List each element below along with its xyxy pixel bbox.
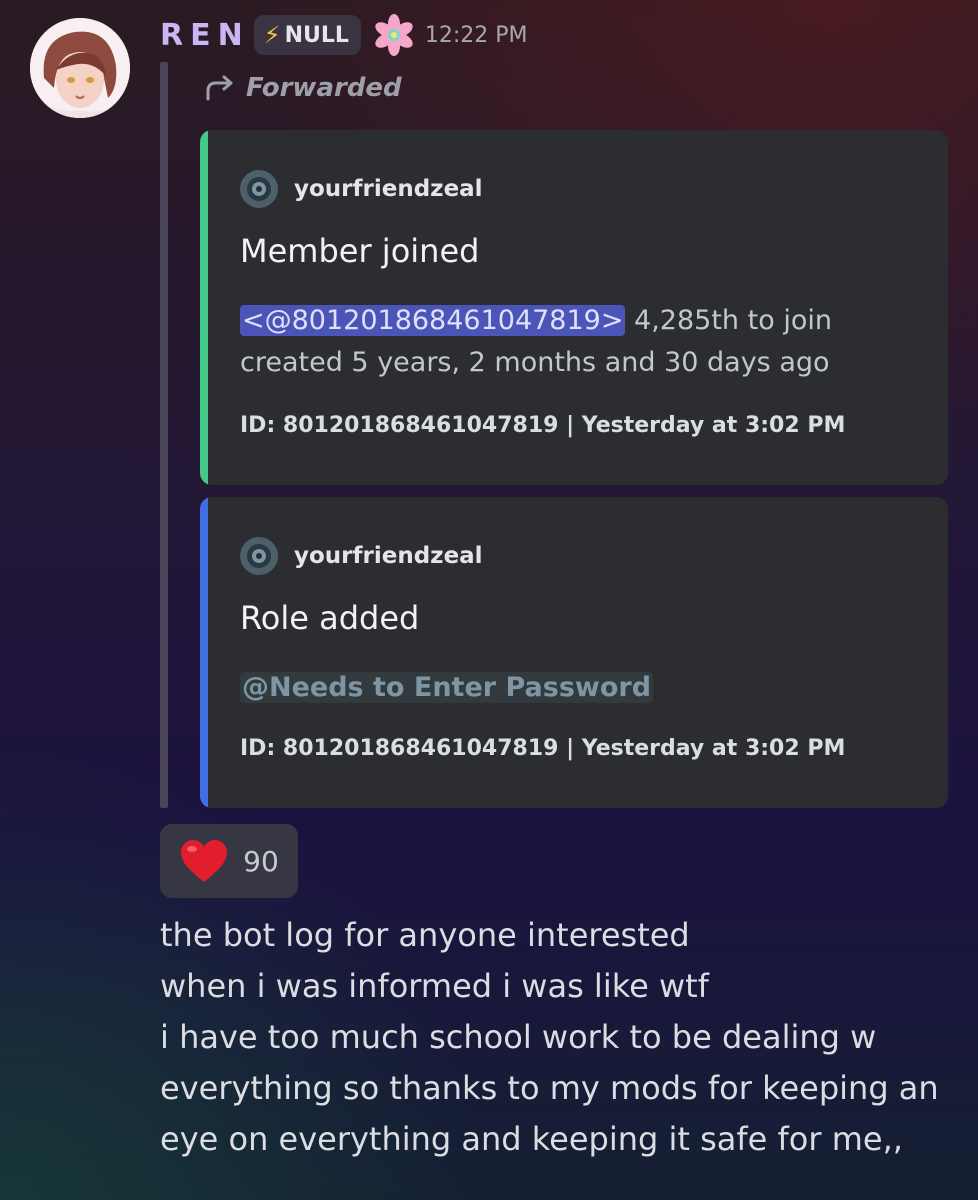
embed-footer: ID: 801201868461047819 | Yesterday at 3:…	[240, 736, 846, 761]
user-avatar[interactable]	[30, 18, 130, 118]
message-line: the bot log for anyone interested	[160, 916, 690, 954]
forwarded-text: Forwarded	[246, 73, 402, 103]
message-timestamp[interactable]: 12:22 PM	[425, 23, 528, 48]
embed-description: @Needs to Enter Password	[240, 667, 654, 709]
embed-author-name: yourfriendzeal	[294, 176, 483, 202]
heart-icon	[181, 840, 228, 882]
lightning-bolt-icon: ⚡	[263, 21, 281, 49]
embed-member-joined: yourfriendzeal Member joined <@801201868…	[200, 130, 948, 485]
message-line: everything so thanks to my mods for keep…	[160, 1069, 939, 1107]
account-age-text: created 5 years, 2 months and 30 days ag…	[240, 347, 830, 378]
reaction-heart[interactable]: 90	[160, 824, 298, 898]
username[interactable]: REN	[160, 18, 250, 53]
embed-author-name: yourfriendzeal	[294, 543, 483, 569]
reaction-count: 90	[243, 844, 279, 878]
message-header: REN ⚡ NULL 12:22 PM	[160, 14, 528, 56]
embed-footer: ID: 801201868461047819 | Yesterday at 3:…	[240, 413, 846, 438]
join-count-text: 4,285th to join	[625, 305, 832, 336]
role-mention[interactable]: @Needs to Enter Password	[240, 672, 654, 703]
flower-icon	[375, 14, 413, 56]
avatar-illustration	[30, 18, 130, 118]
embed-title: Role added	[240, 599, 420, 637]
embed-accent-bar	[200, 497, 208, 808]
server-tag-label: NULL	[284, 22, 349, 48]
embed-author-icon	[240, 537, 278, 575]
message-line: eye on everything and keeping it safe fo…	[160, 1120, 903, 1158]
server-tag[interactable]: ⚡ NULL	[253, 15, 361, 55]
embed-description: <@801201868461047819> 4,285th to join cr…	[240, 300, 832, 384]
message-content: the bot log for anyone interested when i…	[160, 910, 960, 1165]
message-line: when i was informed i was like wtf	[160, 967, 709, 1005]
embed-role-added: yourfriendzeal Role added @Needs to Ente…	[200, 497, 948, 808]
forward-arrow-icon	[206, 75, 233, 101]
embed-accent-bar	[200, 130, 208, 485]
forwarded-bar	[160, 62, 168, 808]
embed-author-icon	[240, 170, 278, 208]
message-line: i have too much school work to be dealin…	[160, 1018, 877, 1056]
embed-author[interactable]: yourfriendzeal	[240, 170, 483, 208]
forwarded-label: Forwarded	[204, 68, 402, 108]
embed-title: Member joined	[240, 232, 480, 270]
user-mention[interactable]: <@801201868461047819>	[240, 305, 626, 336]
embed-author[interactable]: yourfriendzeal	[240, 537, 483, 575]
